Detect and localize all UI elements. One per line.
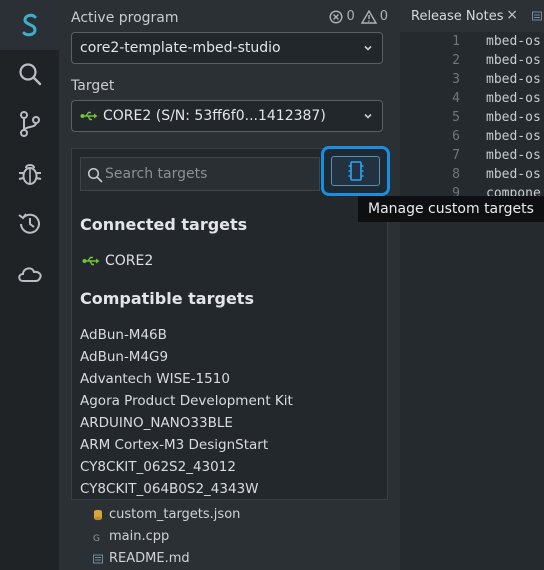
tree-item-custom-targets[interactable]: custom_targets.json xyxy=(93,507,240,522)
active-program-value: core2-template-mbed-studio xyxy=(80,40,281,56)
compatible-target-item[interactable]: CY8CKIT_064B0S2_4343W xyxy=(80,481,259,497)
search-icon[interactable] xyxy=(0,58,59,90)
manage-custom-targets-inner xyxy=(331,156,380,186)
compatible-target-item[interactable]: AdBun-M46B xyxy=(80,327,167,343)
code-line: 8 mbed-os xyxy=(452,167,541,182)
cpp-file-icon: G xyxy=(93,534,100,542)
error-count: 0 xyxy=(346,9,355,24)
connected-targets-title: Connected targets xyxy=(80,215,248,234)
source-control-icon[interactable] xyxy=(0,108,59,140)
tab-release-notes[interactable]: Release Notes × xyxy=(400,0,528,32)
editor-tabbar: Release Notes × xyxy=(400,0,544,32)
tree-item-label: README.md xyxy=(109,551,190,566)
manage-custom-targets-tooltip: Manage custom targets xyxy=(358,196,544,222)
active-program-select[interactable]: core2-template-mbed-studio xyxy=(71,32,383,64)
usb-icon xyxy=(80,111,98,121)
tab-title: Release Notes xyxy=(411,8,504,24)
target-select[interactable]: CORE2 (S/N: 53ff6f0...1412387) xyxy=(71,100,383,132)
editor-area: Release Notes × 1 mbed-os 2 mbed-os 3 mbed-… xyxy=(400,0,544,570)
file-icon xyxy=(532,11,542,21)
svg-text:G: G xyxy=(93,534,100,542)
target-dropdown: Connected targets CORE2 Compatible targe… xyxy=(71,146,390,500)
error-icon xyxy=(329,9,343,24)
mbed-studio-logo-icon[interactable] xyxy=(0,0,59,50)
manage-custom-targets-button[interactable] xyxy=(321,146,390,196)
compatible-target-item[interactable]: ARM Cortex-M3 DesignStart xyxy=(80,437,268,453)
code-line: 7 mbed-os xyxy=(452,148,541,163)
bug-icon[interactable] xyxy=(0,158,59,190)
compatible-targets-title: Compatible targets xyxy=(80,289,254,308)
tree-item-readme[interactable]: README.md xyxy=(93,551,190,566)
connected-target-label: CORE2 xyxy=(105,253,154,269)
target-search-input[interactable] xyxy=(105,158,315,190)
close-icon[interactable]: × xyxy=(506,7,518,23)
code-line: 3 mbed-os xyxy=(452,72,541,87)
chip-icon xyxy=(348,161,363,181)
target-label: Target xyxy=(71,78,115,94)
target-value: CORE2 (S/N: 53ff6f0...1412387) xyxy=(103,108,326,124)
compatible-target-item[interactable]: Advantech WISE-1510 xyxy=(80,371,230,387)
active-program-label: Active program xyxy=(71,10,179,26)
cloud-icon[interactable] xyxy=(0,258,59,290)
chevron-down-icon xyxy=(364,113,372,119)
code-line: 4 mbed-os xyxy=(452,91,541,106)
usb-icon xyxy=(82,256,100,266)
tree-item-label: custom_targets.json xyxy=(109,507,241,522)
chevron-down-icon xyxy=(364,45,372,51)
code-line: 6 mbed-os xyxy=(452,129,541,144)
compatible-target-item[interactable]: CY8CKIT_062S2_43012 xyxy=(80,459,236,475)
tree-item-main-cpp[interactable]: G main.cpp xyxy=(93,529,169,544)
compatible-target-item[interactable]: AdBun-M4G9 xyxy=(80,349,168,365)
json-file-icon xyxy=(94,509,102,520)
code-line: 5 mbed-os xyxy=(452,110,541,125)
tree-item-label: main.cpp xyxy=(109,529,170,544)
search-icon xyxy=(87,167,103,183)
code-line: 1 mbed-os xyxy=(452,34,541,49)
target-search[interactable] xyxy=(80,157,320,191)
compatible-target-item[interactable]: Agora Product Development Kit xyxy=(80,393,293,409)
problem-counts[interactable]: 0 0 xyxy=(329,9,388,24)
history-icon[interactable] xyxy=(0,208,59,240)
code-line: 2 mbed-os xyxy=(452,53,541,68)
tab-overflow[interactable] xyxy=(528,0,544,32)
warning-count: 0 xyxy=(379,9,388,24)
activity-bar xyxy=(0,0,59,570)
connected-target-item[interactable]: CORE2 xyxy=(82,253,153,269)
warning-icon xyxy=(360,9,377,24)
compatible-target-item[interactable]: ARDUINO_NANO33BLE xyxy=(80,415,233,431)
markdown-file-icon xyxy=(93,554,103,563)
